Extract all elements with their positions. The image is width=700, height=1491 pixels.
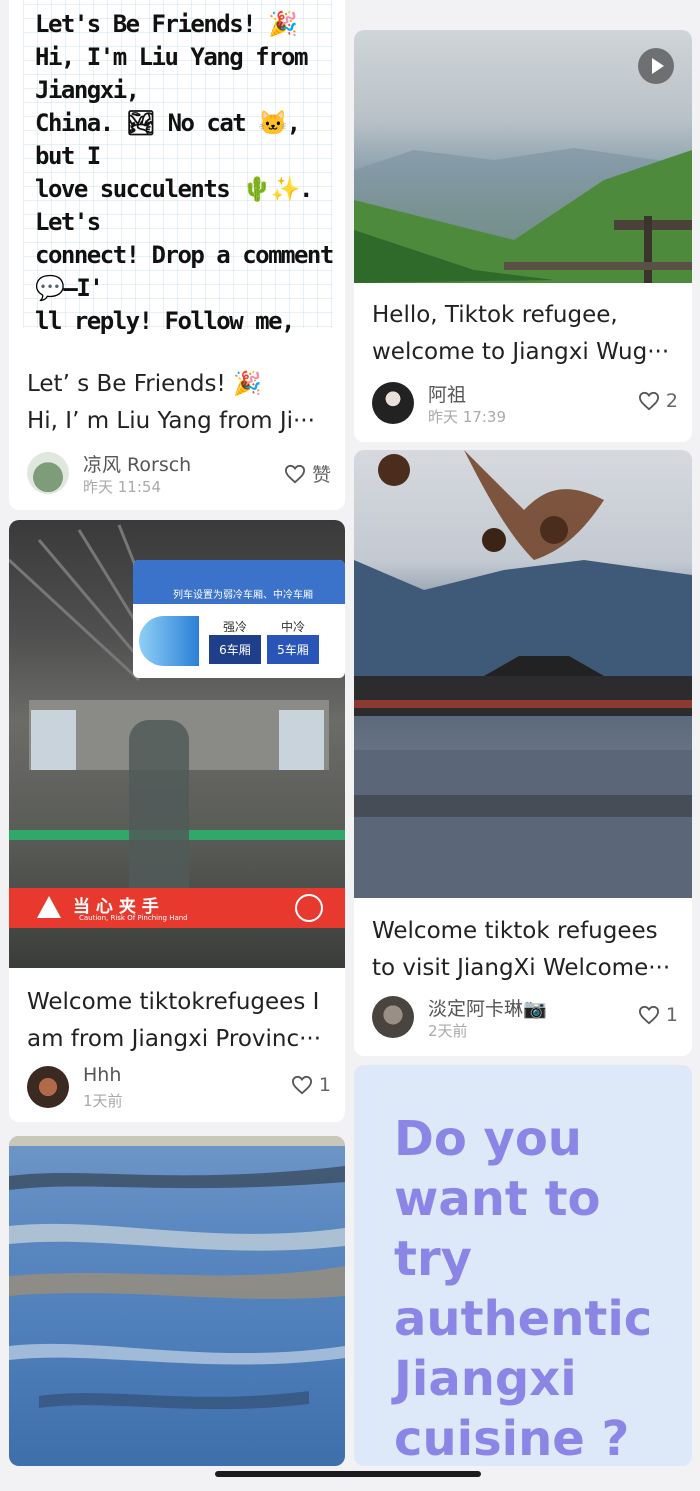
post-image-metro: 列车设置为弱冷车厢、中冷车厢 强冷 6车厢 中冷 5车厢 当 心 夹 手 Cau… [9,520,345,968]
bridge-scene [354,450,692,898]
heart-icon [638,1005,659,1025]
post-meta: 阿祖 昨天 17:39 2 [372,380,678,428]
post-image-bridge [354,450,692,898]
post-time: 昨天 11:54 [83,478,161,496]
author-name[interactable]: Hhh [83,1064,121,1086]
warning-text-en: Caution, Risk Of Pinching Hand [79,914,188,922]
post-card-water[interactable] [9,1136,345,1466]
sign-car: 6车厢 [219,643,251,657]
avatar[interactable] [27,452,69,494]
post-image-notebook: Let's Be Friends! 🎉 Hi, I'm Liu Yang fro… [9,0,345,335]
post-card-cuisine[interactable]: Do you want to try authentic Jiangxi cui… [354,1065,692,1466]
post-image-text: Let's Be Friends! 🎉 Hi, I'm Liu Yang fro… [35,10,334,335]
author-name[interactable]: 淡定阿卡琳📷 [428,994,547,1021]
sign-text: 列车设置为弱冷车厢、中冷车厢 [173,590,313,601]
like-count: 赞 [311,464,331,486]
post-image-text: Do you want to try authentic Jiangxi cui… [394,1111,653,1466]
post-image-mountains [354,30,692,283]
like-button[interactable]: 1 [291,1074,331,1096]
home-indicator[interactable] [215,1471,481,1477]
post-time: 1天前 [83,1092,123,1110]
author-name[interactable]: 阿祖 [428,380,466,407]
post-card-metro[interactable]: 列车设置为弱冷车厢、中冷车厢 强冷 6车厢 中冷 5车厢 当 心 夹 手 Cau… [9,520,345,1122]
water-scene [9,1136,345,1410]
sign-car: 5车厢 [277,643,309,657]
warning-icon [37,896,61,918]
feed-grid: Let's Be Friends! 🎉 Hi, I'm Liu Yang fro… [0,0,700,1491]
post-meta: Hhh 1天前 1 [27,1064,331,1112]
like-count: 1 [665,1004,678,1026]
like-count: 1 [318,1074,331,1096]
avatar[interactable] [27,1066,69,1108]
sign-label: 中冷 [267,618,319,635]
post-title[interactable]: Welcome tiktokrefugees I am from Jiangxi… [27,984,331,1058]
car-temperature-sign: 列车设置为弱冷车厢、中冷车厢 强冷 6车厢 中冷 5车厢 [133,560,345,678]
post-title[interactable]: Hello, Tiktok refugee, welcome to Jiangx… [372,297,678,371]
post-card-bridge[interactable]: Welcome tiktok refugees to visit JiangXi… [354,450,692,1056]
like-button[interactable]: 赞 [284,460,331,487]
post-title[interactable]: Let’ s Be Friends! 🎉 Hi, I’ m Liu Yang f… [27,366,331,440]
no-hand-icon [295,894,323,922]
post-time: 2天前 [428,1022,468,1040]
post-card-liu-yang[interactable]: Let's Be Friends! 🎉 Hi, I'm Liu Yang fro… [9,0,345,510]
sign-label: 强冷 [209,618,261,635]
play-button[interactable] [638,48,674,84]
post-title[interactable]: Welcome tiktok refugees to visit JiangXi… [372,913,678,987]
pinch-warning-strip: 当 心 夹 手 Caution, Risk Of Pinching Hand [9,888,345,928]
play-icon [652,58,664,74]
author-name[interactable]: 凉风 Rorsch [83,450,191,477]
like-button[interactable]: 2 [638,390,678,412]
post-meta: 淡定阿卡琳📷 2天前 1 [372,994,678,1042]
avatar[interactable] [372,382,414,424]
heart-icon [638,391,659,411]
like-count: 2 [665,390,678,412]
heart-icon [284,464,305,483]
like-button[interactable]: 1 [638,1004,678,1026]
post-meta: 凉风 Rorsch 昨天 11:54 赞 [27,450,331,498]
avatar[interactable] [372,996,414,1038]
post-card-wugong[interactable]: Hello, Tiktok refugee, welcome to Jiangx… [354,30,692,442]
post-time: 昨天 17:39 [428,408,506,426]
heart-icon [291,1075,312,1095]
post-image-water [9,1136,345,1466]
